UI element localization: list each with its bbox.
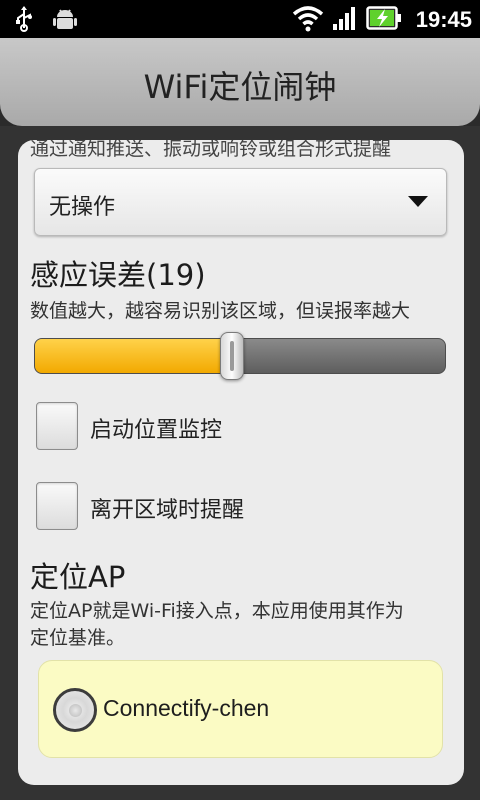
ap-section-title: 定位AP [30,560,126,594]
ap-list-item[interactable]: Connectify-chen [38,660,443,758]
app-title: WiFi定位闹钟 [143,68,337,106]
app-title-bar: WiFi定位闹钟 [0,38,480,126]
checkbox-row-leave-reminder[interactable]: 离开区域时提醒 [36,482,436,534]
ap-radio-button[interactable] [53,688,97,732]
sensitivity-description: 数值越大，越容易识别该区域，但误报率越大 [30,300,411,322]
ap-section-description-line2: 定位基准。 [30,627,126,649]
ap-section-description-line1: 定位AP就是Wi-Fi接入点，本应用使用其作为 [30,600,404,622]
android-debug-icon [52,6,78,36]
usb-icon [14,6,34,36]
seekbar-thumb[interactable] [220,332,244,380]
leave-reminder-label: 离开区域时提醒 [90,498,245,523]
battery-charging-icon [365,4,402,36]
signal-icon [332,4,358,36]
spinner-selected-value: 无操作 [49,195,116,220]
notification-hint-text: 通过通知推送、振动或响铃或组合形式提醒 [30,140,392,160]
wifi-icon [292,4,324,36]
status-time: 19:45 [415,7,472,32]
status-bar: 19:45 [0,0,480,38]
settings-panel: 通过通知推送、振动或响铃或组合形式提醒 无操作 感应误差(19) 数值越大，越容… [18,140,464,785]
start-monitoring-label: 启动位置监控 [90,418,223,443]
sensitivity-seekbar[interactable] [34,332,446,380]
notification-action-spinner[interactable]: 无操作 [34,168,447,236]
dropdown-arrow-icon [408,196,428,207]
sensitivity-title: 感应误差(19) [30,258,206,292]
leave-reminder-checkbox[interactable] [36,482,78,530]
ap-name-label: Connectify-chen [103,695,270,721]
seekbar-progress-fill [35,339,233,373]
start-monitoring-checkbox[interactable] [36,402,78,450]
checkbox-row-start-monitoring[interactable]: 启动位置监控 [36,402,436,454]
